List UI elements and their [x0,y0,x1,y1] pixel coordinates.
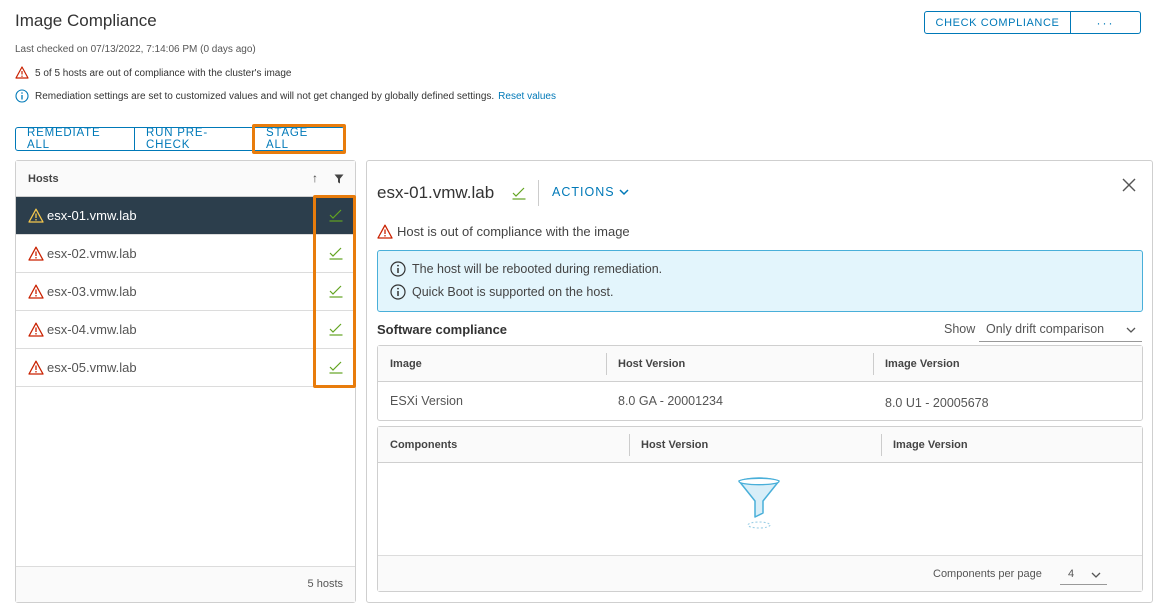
host-row[interactable]: esx-03.vmw.lab [16,273,355,311]
host-row[interactable]: esx-01.vmw.lab [16,197,355,235]
host-detail-panel: esx-01.vmw.lab ACTIONS Host is out of co… [366,160,1153,603]
info-icon [15,89,29,103]
column-header-image[interactable]: Image [390,358,422,370]
host-list-panel: Hosts ↑ esx-01.vmw.lab esx-02.vmw.lab esx-… [15,160,356,603]
host-row[interactable]: esx-02.vmw.lab [16,235,355,273]
warning-icon [377,224,393,239]
chevron-down-icon [619,188,629,195]
title-divider [538,180,539,206]
host-name: esx-05.vmw.lab [47,360,137,375]
show-filter-select[interactable]: Only drift comparison [979,319,1142,342]
column-header-image-version[interactable]: Image Version [893,439,968,451]
warning-icon [28,360,44,378]
quickboot-info: Quick Boot is supported on the host. [390,284,614,300]
host-name: esx-03.vmw.lab [47,284,137,299]
check-compliance-button[interactable]: CHECK COMPLIANCE [924,11,1071,34]
host-compliance-text: Host is out of compliance with the image [397,224,630,239]
host-list-header: Hosts ↑ [16,161,355,197]
last-checked-text: Last checked on 07/13/2022, 7:14:06 PM (… [15,44,256,55]
remediation-info-text: Remediation settings are set to customiz… [35,90,495,102]
warning-icon [28,284,44,302]
table-row: ESXi Version 8.0 GA - 20001234 8.0 U1 - … [378,382,1142,421]
close-icon[interactable] [1122,178,1136,197]
sort-arrow-icon[interactable]: ↑ [312,171,318,185]
per-page-select[interactable]: 4 [1060,563,1107,585]
cell-image-version: 8.0 U1 - 20005678 [885,396,989,410]
cell-host-version: 8.0 GA - 20001234 [618,394,723,408]
top-button-group: CHECK COMPLIANCE ··· [924,11,1141,34]
chevron-down-icon [1091,572,1101,578]
per-page-value: 4 [1068,568,1075,580]
detail-host-name: esx-01.vmw.lab [377,183,495,202]
host-name: esx-02.vmw.lab [47,246,137,261]
compliance-warning: 5 of 5 hosts are out of compliance with … [15,66,291,80]
chevron-down-icon [1126,327,1136,333]
run-precheck-button[interactable]: RUN PRE-CHECK [135,127,255,151]
warning-icon [28,208,44,226]
components-pagination: Components per page 4 [378,555,1142,591]
empty-filter-icon [737,477,781,536]
column-header-host-version[interactable]: Host Version [618,358,685,370]
info-icon [390,284,406,300]
host-compliance-status: Host is out of compliance with the image [377,224,630,239]
host-count: 5 hosts [307,578,343,590]
stage-all-highlight [252,124,346,154]
image-version-table: Image Host Version Image Version ESXi Ve… [377,345,1143,421]
reboot-info-text: The host will be rebooted during remedia… [412,262,663,276]
per-page-label: Components per page [933,568,1042,580]
page-title: Image Compliance [15,11,157,30]
reset-values-link[interactable]: Reset values [498,91,556,102]
remediation-info-box: The host will be rebooted during remedia… [377,250,1143,312]
show-filter-value: Only drift comparison [986,322,1105,336]
host-row[interactable]: esx-04.vmw.lab [16,311,355,349]
quickboot-info-text: Quick Boot is supported on the host. [412,285,614,299]
column-header-components[interactable]: Components [390,439,457,451]
staged-check-icon [512,187,526,205]
host-row[interactable]: esx-05.vmw.lab [16,349,355,387]
host-list-footer: 5 hosts [16,566,355,602]
image-table-header: Image Host Version Image Version [378,346,1142,382]
software-compliance-title: Software compliance [377,322,508,337]
host-actions-label: ACTIONS [552,185,615,199]
host-name: esx-04.vmw.lab [47,322,137,337]
staged-status-highlight [313,195,356,388]
remediate-all-button[interactable]: REMEDIATE ALL [15,127,135,151]
cell-image: ESXi Version [390,394,463,408]
remediation-info: Remediation settings are set to customiz… [15,89,556,103]
column-header-image-version[interactable]: Image Version [885,358,960,370]
warning-icon [15,66,29,80]
compliance-warning-text: 5 of 5 hosts are out of compliance with … [35,67,292,79]
warning-icon [28,322,44,340]
info-icon [390,261,406,277]
show-label: Show [944,322,976,336]
reboot-info: The host will be rebooted during remedia… [390,261,662,277]
components-table-header: Components Host Version Image Version [378,427,1142,463]
column-header-host-version[interactable]: Host Version [641,439,708,451]
components-table: Components Host Version Image Version Co… [377,426,1143,592]
host-actions-menu[interactable]: ACTIONS [552,185,629,199]
warning-icon [28,246,44,264]
hosts-column-header[interactable]: Hosts [28,173,59,185]
host-name: esx-01.vmw.lab [47,208,137,223]
filter-icon[interactable] [334,174,344,187]
more-actions-button[interactable]: ··· [1071,11,1141,34]
